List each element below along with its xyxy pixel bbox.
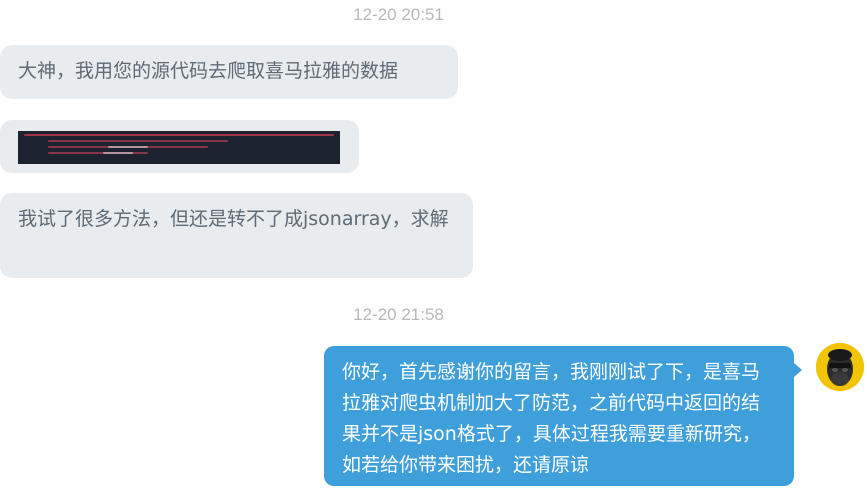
message-text: 我试了很多方法，但还是转不了成jsonarray，求解 [18,208,449,230]
message-text: 大神，我用您的源代码去爬取喜马拉雅的数据 [18,60,399,82]
chat-thread: 12-20 20:51 大神，我用您的源代码去爬取喜马拉雅的数据 我试了很多方法… [0,0,867,496]
avatar-portrait-icon [816,343,864,391]
incoming-message: 我试了很多方法，但还是转不了成jsonarray，求解 [0,193,473,278]
code-error-screenshot[interactable] [18,131,340,164]
incoming-image-message[interactable] [0,120,359,173]
timestamp: 12-20 21:58 [353,305,444,324]
timestamp: 12-20 20:51 [353,5,444,24]
avatar[interactable] [816,343,864,391]
incoming-message: 大神，我用您的源代码去爬取喜马拉雅的数据 [0,45,458,99]
bubble-tail [794,363,802,377]
outgoing-message: 你好，首先感谢你的留言，我刚刚试了下，是喜马拉雅对爬虫机制加大了防范，之前代码中… [324,346,794,486]
message-text: 你好，首先感谢你的留言，我刚刚试了下，是喜马拉雅对爬虫机制加大了防范，之前代码中… [342,361,761,476]
